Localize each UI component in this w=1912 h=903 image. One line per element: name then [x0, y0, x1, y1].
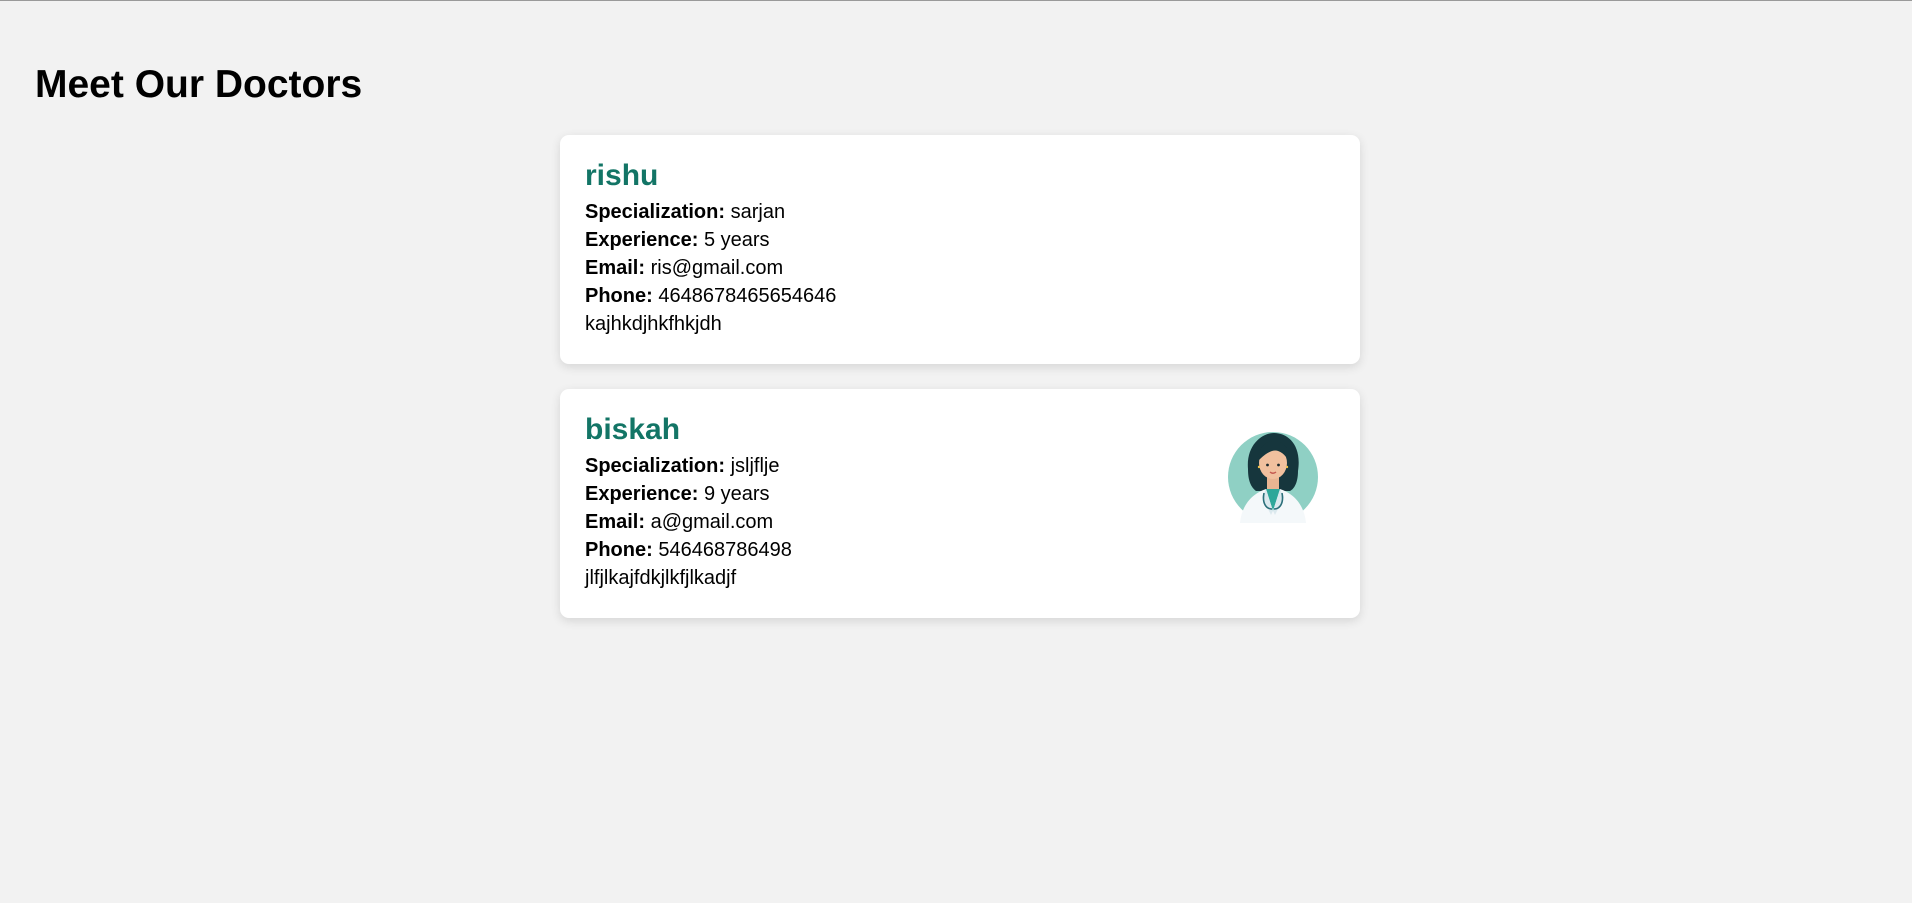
- email-label: Email:: [585, 257, 646, 279]
- phone-row: Phone: 546468786498: [585, 536, 1335, 564]
- doctor-description: jlfjlkajfdkjlkfjlkadjf: [585, 567, 737, 589]
- phone-value: 546468786498: [658, 539, 792, 561]
- experience-value: 9 years: [703, 483, 770, 505]
- specialization-label: Specialization:: [585, 455, 726, 477]
- phone-row: Phone: 4648678465654646: [585, 282, 1335, 310]
- specialization-value: jsljflje: [730, 455, 780, 477]
- specialization-label: Specialization:: [585, 201, 726, 223]
- doctor-name: biskah: [585, 413, 681, 446]
- email-label: Email:: [585, 511, 646, 533]
- doctor-card: biskah Specialization: jsljflje Experien…: [560, 389, 1360, 618]
- email-row: Email: a@gmail.com: [585, 508, 1335, 536]
- doctor-description: kajhkdjhkfhkjdh: [585, 313, 722, 335]
- page-title: Meet Our Doctors: [35, 63, 363, 106]
- email-value: ris@gmail.com: [650, 257, 784, 279]
- doctor-name: rishu: [585, 159, 659, 192]
- phone-label: Phone:: [585, 539, 653, 561]
- specialization-row: Specialization: sarjan: [585, 198, 1335, 226]
- email-row: Email: ris@gmail.com: [585, 254, 1335, 282]
- experience-row: Experience: 5 years: [585, 226, 1335, 254]
- top-border: [0, 0, 1912, 1]
- female-doctor-avatar-icon: [1228, 432, 1318, 523]
- email-value: a@gmail.com: [650, 511, 774, 533]
- experience-value: 5 years: [703, 229, 770, 251]
- experience-row: Experience: 9 years: [585, 480, 1335, 508]
- phone-value: 4648678465654646: [658, 285, 837, 307]
- specialization-row: Specialization: jsljflje: [585, 452, 1335, 480]
- phone-label: Phone:: [585, 285, 653, 307]
- doctor-card: rishu Specialization: sarjan Experience:…: [560, 135, 1360, 364]
- experience-label: Experience:: [585, 483, 699, 505]
- specialization-value: sarjan: [730, 201, 786, 223]
- experience-label: Experience:: [585, 229, 699, 251]
